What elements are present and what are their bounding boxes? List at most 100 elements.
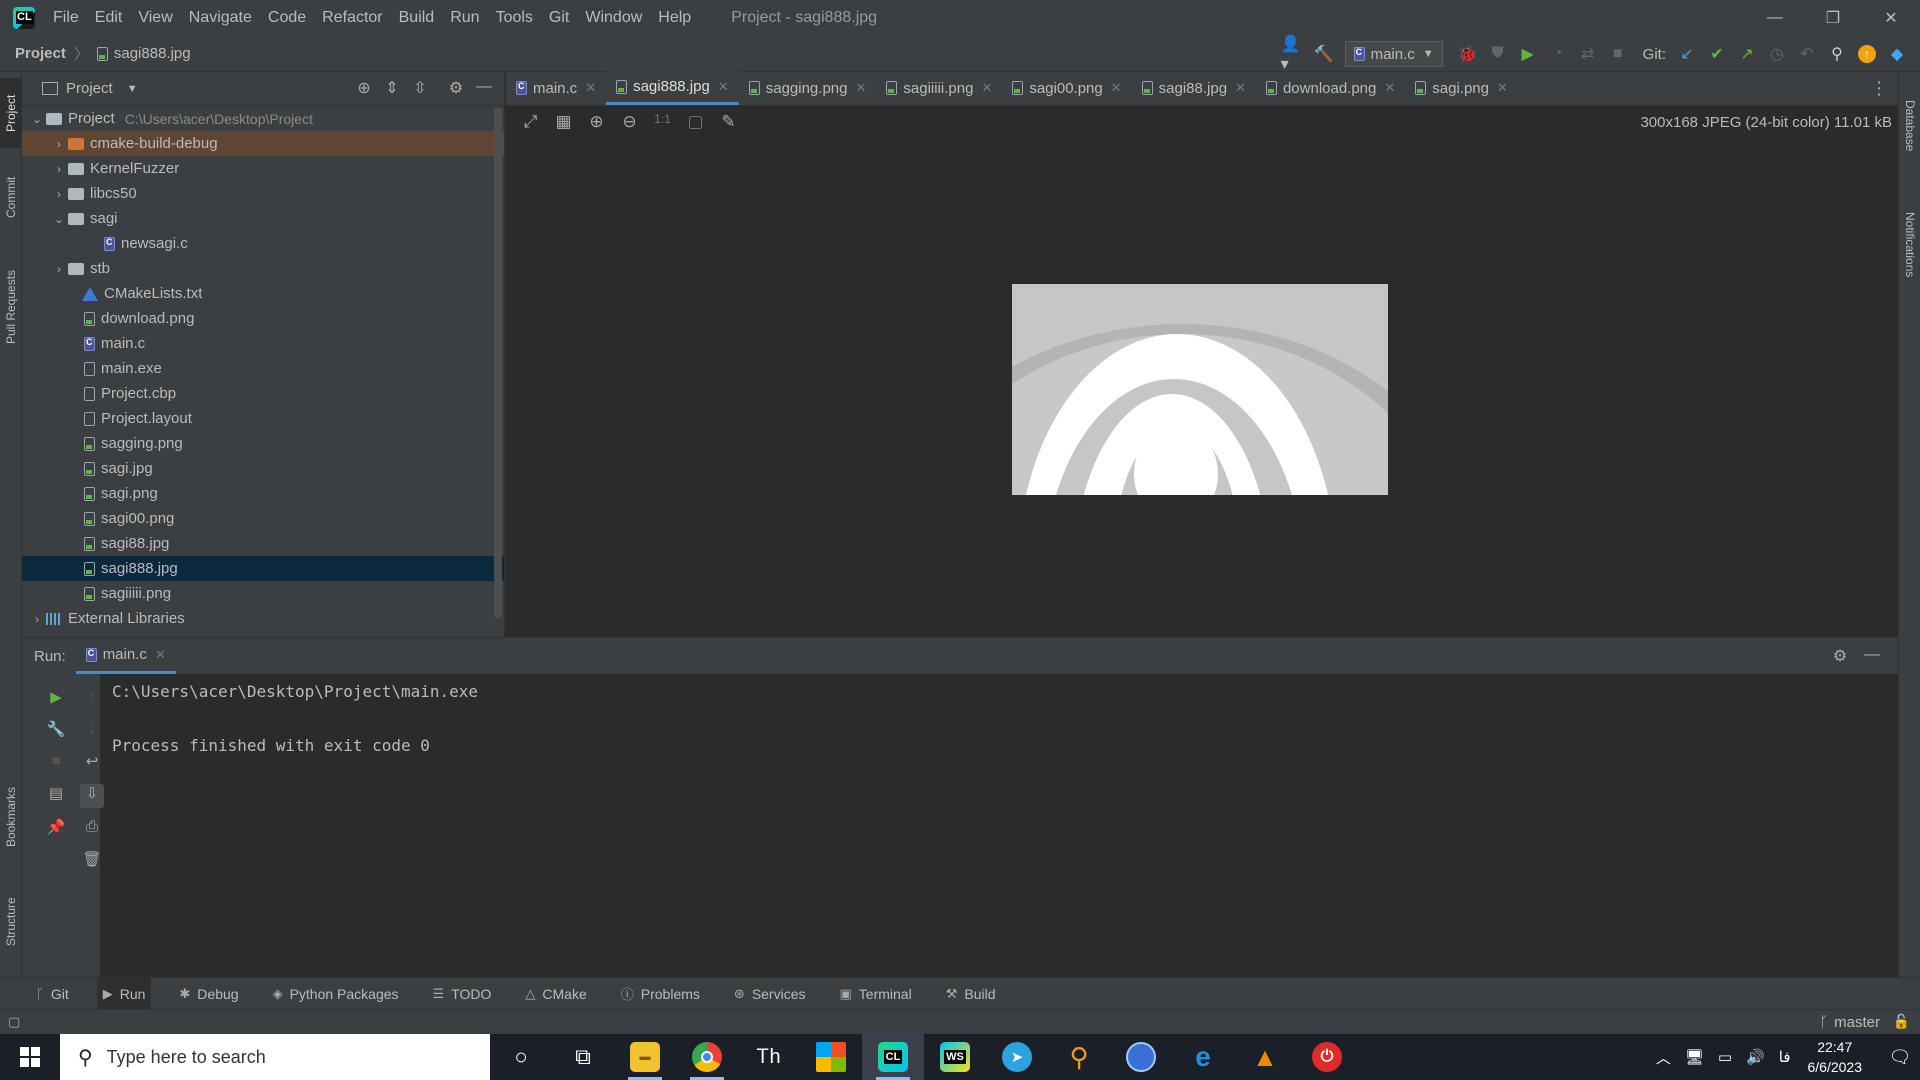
webstorm-icon[interactable]: WS xyxy=(924,1034,986,1080)
tree-item-main-c[interactable]: main.c xyxy=(22,331,504,356)
zoom-out-icon[interactable]: ⊖ xyxy=(613,112,646,132)
console-output[interactable]: C:\Users\acer\Desktop\Project\main.exe P… xyxy=(112,678,478,759)
actual-size-icon[interactable]: 1:1 xyxy=(646,112,679,132)
trash-icon[interactable]: 🗑 xyxy=(80,850,104,874)
gear-icon[interactable]: ⚙ xyxy=(1824,646,1856,666)
tool-tab-problems[interactable]: ⓘ Problems xyxy=(615,978,706,1010)
tree-item-cmakelists[interactable]: CMakeLists.txt xyxy=(22,281,504,306)
chevron-down-icon[interactable]: ⌄ xyxy=(50,212,68,226)
coverage-icon[interactable]: ⛊ xyxy=(1485,41,1511,67)
tree-item-libcs50[interactable]: › libcs50 xyxy=(22,181,504,206)
close-tab-icon[interactable]: ✕ xyxy=(585,80,596,96)
tool-tab-run[interactable]: ▶ Run xyxy=(96,977,152,1010)
chevron-right-icon[interactable]: › xyxy=(50,187,68,201)
volume-icon[interactable]: 🔊 xyxy=(1746,1048,1765,1066)
print-icon[interactable]: ⎙ xyxy=(80,818,104,842)
tool-tab-git[interactable]: ᚴ Git xyxy=(30,978,75,1010)
stop-icon[interactable]: ■ xyxy=(44,752,68,776)
pin-icon[interactable]: 📌 xyxy=(44,818,68,842)
chevron-right-icon[interactable]: › xyxy=(28,612,46,626)
edge-icon[interactable]: e xyxy=(1172,1034,1234,1080)
collapse-all-icon[interactable]: ⇳ xyxy=(406,78,434,98)
network-icon[interactable]: 🖥 xyxy=(1685,1048,1704,1066)
tree-item-kernelfuzzer[interactable]: › KernelFuzzer xyxy=(22,156,504,181)
more-tabs-icon[interactable]: ⋮ xyxy=(1870,78,1888,99)
chevron-down-icon[interactable]: ▼ xyxy=(127,83,138,95)
chevron-up-icon[interactable]: ︿ xyxy=(1656,1047,1671,1068)
windows-start-icon[interactable] xyxy=(0,1034,60,1080)
menu-navigate[interactable]: Navigate xyxy=(189,9,252,27)
breadcrumb-project[interactable]: Project xyxy=(15,45,66,62)
close-tab-icon[interactable]: ✕ xyxy=(1111,80,1122,96)
soft-wrap-icon[interactable]: ↩ xyxy=(80,752,104,776)
side-tab-database[interactable]: Database xyxy=(1899,86,1920,166)
tree-item-sagi88-jpg[interactable]: sagi88.jpg xyxy=(22,531,504,556)
tree-item-sagi[interactable]: ⌄ sagi xyxy=(22,206,504,231)
close-tab-icon[interactable]: ✕ xyxy=(1384,80,1395,96)
toggle-tool-windows-icon[interactable]: ▢ xyxy=(8,1014,20,1030)
app-circle-icon[interactable] xyxy=(1110,1034,1172,1080)
grid-icon[interactable]: ▦ xyxy=(547,112,580,132)
breadcrumb-file[interactable]: sagi888.jpg xyxy=(114,45,191,62)
side-tab-structure[interactable]: Structure xyxy=(0,882,22,962)
rollback-icon[interactable]: ↶ xyxy=(1794,41,1820,67)
tab-sagging-png[interactable]: sagging.png ✕ xyxy=(739,71,877,105)
git-branch-widget[interactable]: ᚴ master xyxy=(1819,1014,1880,1031)
run-play-icon[interactable]: ▶ xyxy=(1515,41,1541,67)
tab-sagi-png[interactable]: sagi.png ✕ xyxy=(1405,71,1518,105)
tree-item-newsagi-c[interactable]: newsagi.c xyxy=(22,231,504,256)
close-tab-icon[interactable]: ✕ xyxy=(155,647,166,663)
tree-item-project-cbp[interactable]: Project.cbp xyxy=(22,381,504,406)
vlc-icon[interactable]: ▲ xyxy=(1234,1034,1296,1080)
close-tab-icon[interactable]: ✕ xyxy=(1235,80,1246,96)
tree-scrollbar[interactable] xyxy=(494,108,502,618)
task-view-icon[interactable]: ⧉ xyxy=(552,1034,614,1080)
tree-item-stb[interactable]: › stb xyxy=(22,256,504,281)
chevron-right-icon[interactable]: › xyxy=(50,137,68,151)
clion-logo-icon[interactable]: CL xyxy=(13,7,35,29)
tree-item-sagging-png[interactable]: sagging.png xyxy=(22,431,504,456)
menu-refactor[interactable]: Refactor xyxy=(322,9,382,27)
git-update-icon[interactable]: ↙ xyxy=(1674,41,1700,67)
side-tab-bookmarks[interactable]: Bookmarks xyxy=(0,772,22,862)
battery-icon[interactable]: ▭ xyxy=(1718,1048,1732,1066)
tool-tab-python-packages[interactable]: ◈ Python Packages xyxy=(267,978,405,1010)
tool-tab-services[interactable]: ⊛ Services xyxy=(728,978,812,1010)
tab-sagi00-png[interactable]: sagi00.png ✕ xyxy=(1002,71,1131,105)
hide-panel-icon[interactable]: — xyxy=(470,78,498,98)
menu-git[interactable]: Git xyxy=(549,9,569,27)
close-tab-icon[interactable]: ✕ xyxy=(718,79,729,95)
fit-window-icon[interactable]: ▢ xyxy=(679,112,712,132)
tool-tab-debug[interactable]: ✱ Debug xyxy=(173,978,244,1010)
history-icon[interactable]: ◷ xyxy=(1764,41,1790,67)
menu-view[interactable]: View xyxy=(138,9,172,27)
tab-sagi888-jpg[interactable]: sagi888.jpg ✕ xyxy=(606,71,739,105)
gear-icon[interactable]: ⚙ xyxy=(442,78,470,98)
hide-panel-icon[interactable]: — xyxy=(1856,646,1888,666)
run-tab-main-c[interactable]: main.c ✕ xyxy=(75,638,176,674)
build-hammer-icon[interactable]: 🔨 xyxy=(1311,41,1337,67)
menu-code[interactable]: Code xyxy=(268,9,306,27)
file-explorer-icon[interactable]: ▬ xyxy=(614,1034,676,1080)
debug-bug-icon[interactable]: 🐞 xyxy=(1455,41,1481,67)
cortana-icon[interactable]: ○ xyxy=(490,1034,552,1080)
scroll-to-end-icon[interactable]: ⇩ xyxy=(80,784,104,808)
telegram-icon[interactable]: ➤ xyxy=(986,1034,1048,1080)
user-icon[interactable]: 👤▾ xyxy=(1281,36,1307,73)
tree-item-sagi00-png[interactable]: sagi00.png xyxy=(22,506,504,531)
attach-icon[interactable]: ⇄ xyxy=(1575,41,1601,67)
menu-window[interactable]: Window xyxy=(585,9,642,27)
power-app-icon[interactable]: ⏻ xyxy=(1296,1034,1358,1080)
clock[interactable]: 22:47 6/6/2023 xyxy=(1808,1037,1863,1077)
side-tab-project[interactable]: Project xyxy=(0,78,22,148)
tab-main-c[interactable]: main.c ✕ xyxy=(506,71,606,105)
lock-icon[interactable]: 🔓 xyxy=(1893,1013,1910,1030)
menu-run[interactable]: Run xyxy=(450,9,479,27)
menu-tools[interactable]: Tools xyxy=(496,9,533,27)
minimize-icon[interactable]: — xyxy=(1746,0,1804,36)
locate-file-icon[interactable]: ⊕ xyxy=(350,78,378,98)
tree-item-project-layout[interactable]: Project.layout xyxy=(22,406,504,431)
side-tab-notifications[interactable]: Notifications xyxy=(1899,190,1920,300)
tab-download-png[interactable]: download.png ✕ xyxy=(1256,71,1405,105)
tree-root-project[interactable]: ⌄ Project C:\Users\acer\Desktop\Project xyxy=(22,106,504,131)
